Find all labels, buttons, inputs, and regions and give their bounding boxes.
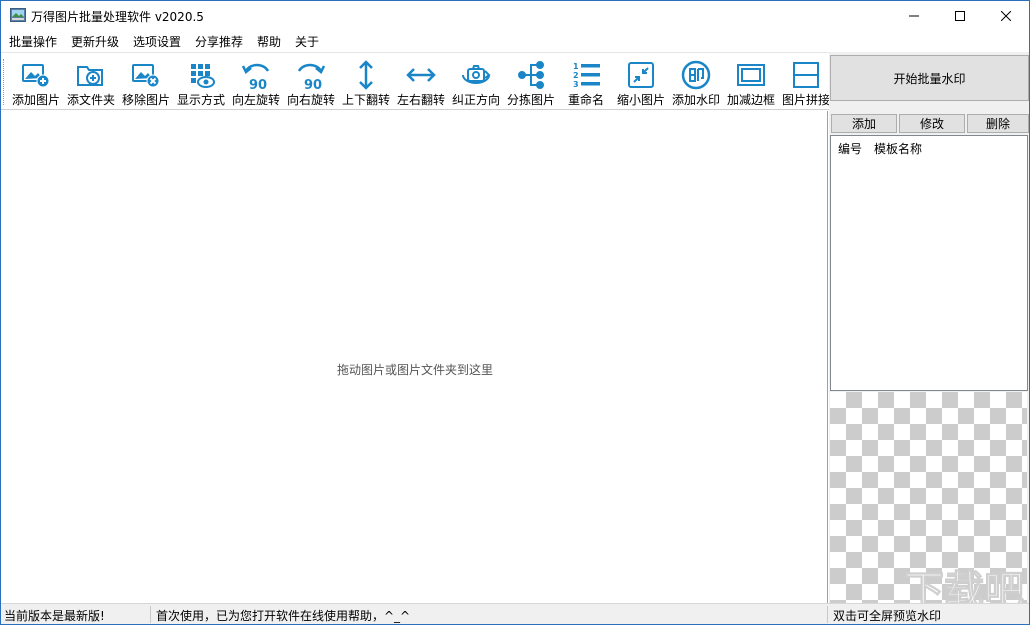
watermark-panel: 开始批量水印 添加 修改 删除 编号 模板名称 下载吧 xyxy=(829,52,1029,603)
tool-label: 左右翻转 xyxy=(396,93,446,107)
maximize-button[interactable] xyxy=(937,1,983,31)
window-title: 万得图片批量处理软件 v2020.5 xyxy=(31,10,204,24)
svg-text:1: 1 xyxy=(573,62,579,71)
tool-label: 添文件夹 xyxy=(66,93,116,107)
minimize-button[interactable] xyxy=(891,1,937,31)
delete-template-button[interactable]: 删除 xyxy=(967,114,1029,133)
tool-rotate-right[interactable]: 90 向右旋转 xyxy=(284,53,338,111)
minimize-icon xyxy=(909,15,919,17)
rename-icon: 1 2 3 xyxy=(573,62,600,89)
tool-stitch-images[interactable]: 图片拼接 xyxy=(779,53,833,111)
title-bar: 万得图片批量处理软件 v2020.5 xyxy=(1,1,1029,31)
tool-label: 向左旋转 xyxy=(231,93,281,107)
app-logo-icon xyxy=(10,8,26,22)
toolbar: 添加图片 添文件夹 移除图片 显示方式 90 向左旋转 90 向右旋转 上下翻转… xyxy=(1,52,830,111)
tool-flip-vertical[interactable]: 上下翻转 xyxy=(339,53,393,111)
column-header-number[interactable]: 编号 xyxy=(838,140,862,157)
shrink-image-icon xyxy=(628,62,654,88)
rotate-left-icon: 90 xyxy=(241,63,270,91)
tool-label: 添加图片 xyxy=(11,93,61,107)
tool-rename[interactable]: 1 2 3 重命名 xyxy=(559,53,613,111)
menu-batch-ops[interactable]: 批量操作 xyxy=(9,33,57,50)
tool-label: 纠正方向 xyxy=(451,93,501,107)
tool-add-image[interactable]: 添加图片 xyxy=(9,53,63,111)
display-mode-icon xyxy=(191,64,215,88)
flip-vertical-icon xyxy=(359,60,373,90)
tool-label: 分拣图片 xyxy=(506,93,556,107)
watermark-logo: 下载吧 xyxy=(904,568,1025,604)
rotate-badge: 90 xyxy=(249,78,267,91)
border-icon xyxy=(737,64,765,86)
status-divider xyxy=(150,606,151,623)
tool-display-mode[interactable]: 显示方式 xyxy=(174,53,228,111)
menu-bar: 批量操作 更新升级 选项设置 分享推荐 帮助 关于 xyxy=(1,31,1029,51)
status-divider xyxy=(827,606,828,623)
tool-label: 向右旋转 xyxy=(286,93,336,107)
add-template-button[interactable]: 添加 xyxy=(831,114,897,133)
column-header-template-name[interactable]: 模板名称 xyxy=(874,140,922,157)
menu-update[interactable]: 更新升级 xyxy=(71,33,119,50)
tool-label: 缩小图片 xyxy=(616,93,666,107)
tool-label: 添加水印 xyxy=(671,93,721,107)
tool-shrink-image[interactable]: 缩小图片 xyxy=(614,53,668,111)
tool-remove-image[interactable]: 移除图片 xyxy=(119,53,173,111)
app-window: 万得图片批量处理软件 v2020.5 批量操作 更新升级 选项设置 分享推荐 帮… xyxy=(0,0,1030,625)
tool-add-watermark[interactable]: 添加水印 xyxy=(669,53,723,111)
status-preview-hint: 双击可全屏预览水印 xyxy=(833,609,942,623)
tool-flip-horizontal[interactable]: 左右翻转 xyxy=(394,53,448,111)
add-image-icon xyxy=(22,64,50,88)
tool-label: 显示方式 xyxy=(176,93,226,107)
tool-label: 图片拼接 xyxy=(781,93,831,107)
tool-label: 上下翻转 xyxy=(341,93,391,107)
edit-template-button[interactable]: 修改 xyxy=(899,114,965,133)
tool-label: 加减边框 xyxy=(726,93,776,107)
status-bar: 当前版本是最新版! 首次使用，已为您打开软件在线使用帮助，^_^ 双击可全屏预览… xyxy=(1,603,1029,624)
watermark-text: 下载吧 xyxy=(904,568,1024,603)
tool-rotate-left[interactable]: 90 向左旋转 xyxy=(229,53,283,111)
add-folder-icon xyxy=(77,66,103,86)
svg-text:3: 3 xyxy=(573,80,579,89)
tool-border[interactable]: 加减边框 xyxy=(724,53,778,111)
toolbar-grip[interactable] xyxy=(3,59,6,105)
tool-sort-images[interactable]: 分拣图片 xyxy=(504,53,558,111)
close-icon xyxy=(1001,11,1011,21)
tool-correct-orientation[interactable]: 纠正方向 xyxy=(449,53,503,111)
svg-text:2: 2 xyxy=(573,71,579,80)
stitch-images-icon xyxy=(793,62,819,88)
menu-about[interactable]: 关于 xyxy=(295,33,319,50)
start-batch-watermark-button[interactable]: 开始批量水印 xyxy=(830,55,1029,101)
image-drop-area[interactable]: 拖动图片或图片文件夹到这里 xyxy=(2,111,828,603)
sort-images-icon xyxy=(518,61,544,89)
watermark-preview[interactable]: 下载吧 xyxy=(830,392,1027,603)
tool-label: 移除图片 xyxy=(121,93,171,107)
close-button[interactable] xyxy=(983,1,1029,31)
correct-orientation-icon xyxy=(462,65,491,84)
maximize-icon xyxy=(955,11,965,21)
menu-options[interactable]: 选项设置 xyxy=(133,33,181,50)
menu-help[interactable]: 帮助 xyxy=(257,33,281,50)
add-watermark-icon xyxy=(681,60,711,90)
drop-hint: 拖动图片或图片文件夹到这里 xyxy=(337,363,494,377)
status-message: 首次使用，已为您打开软件在线使用帮助，^_^ xyxy=(156,609,411,623)
tool-add-folder[interactable]: 添文件夹 xyxy=(64,53,118,111)
flip-horizontal-icon xyxy=(406,68,436,82)
template-list[interactable]: 编号 模板名称 xyxy=(830,135,1028,391)
rotate-right-icon: 90 xyxy=(297,63,326,91)
rotate-badge: 90 xyxy=(304,78,322,91)
menu-share[interactable]: 分享推荐 xyxy=(195,33,243,50)
remove-image-icon xyxy=(132,64,160,88)
tool-label: 重命名 xyxy=(567,93,605,107)
status-version: 当前版本是最新版! xyxy=(4,609,105,623)
